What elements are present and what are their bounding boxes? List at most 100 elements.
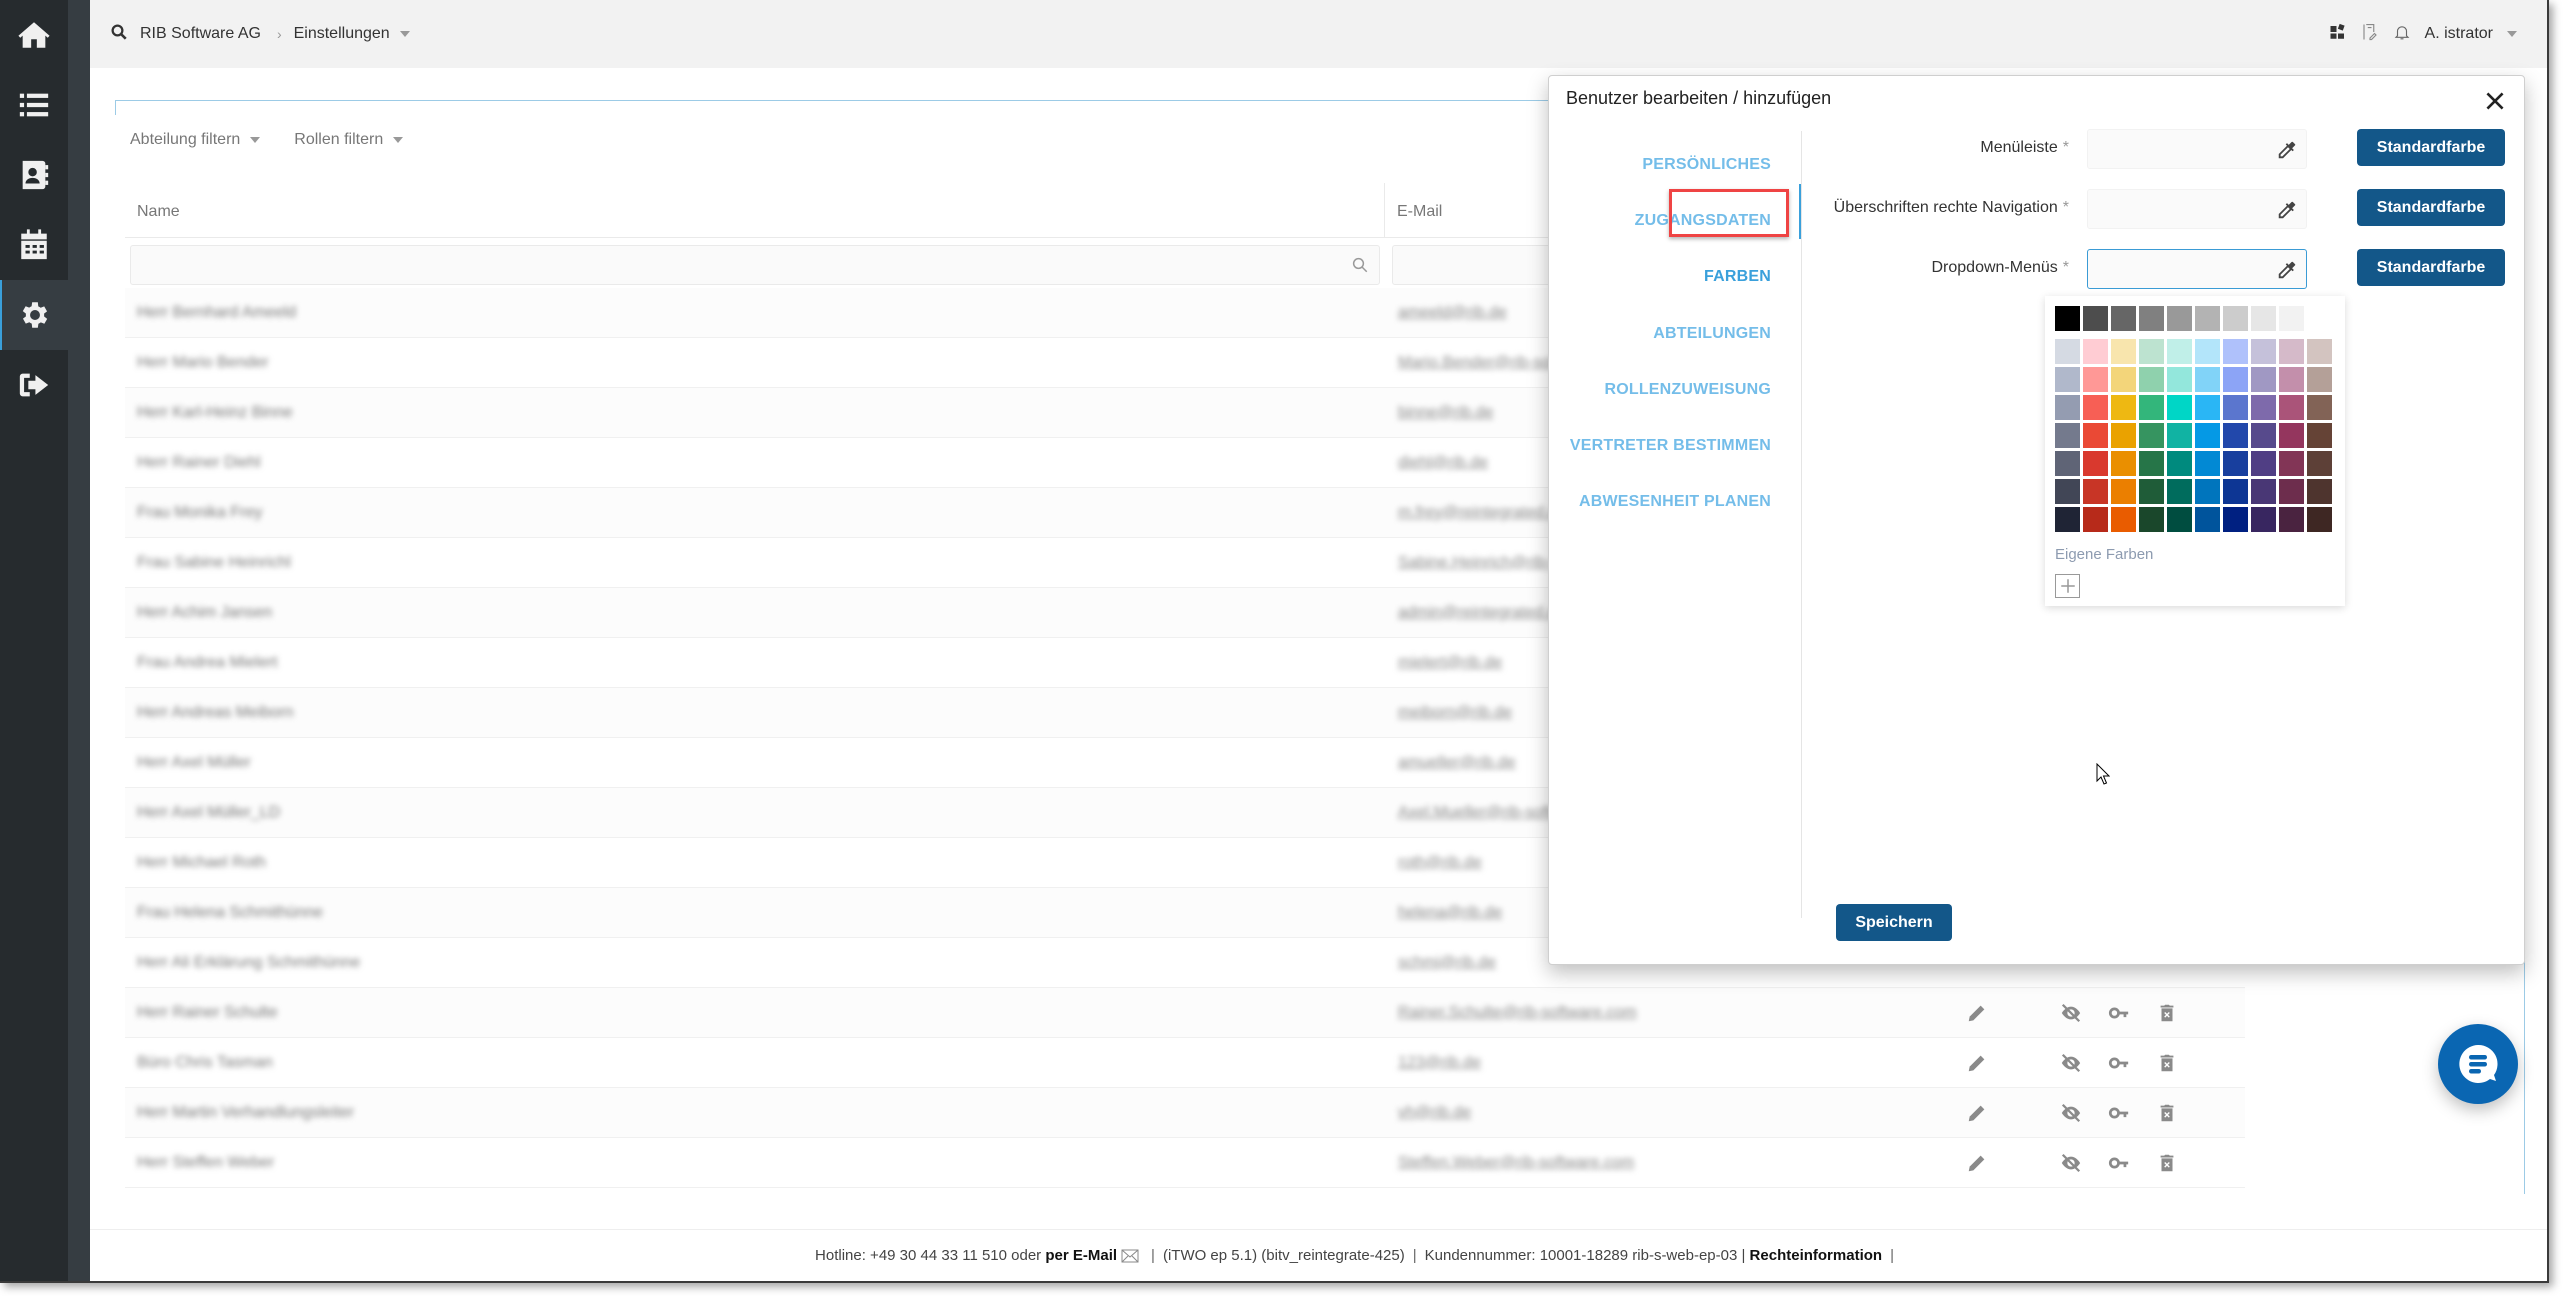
user-menu[interactable]: A. istrator [2425,25,2493,43]
search-icon[interactable] [110,23,128,46]
color-swatch[interactable] [2055,339,2080,364]
color-swatch[interactable] [2167,479,2192,504]
tab-persoenliches[interactable]: PERSÖNLICHES [1642,156,1771,174]
color-swatch[interactable] [2139,479,2164,504]
edit-icon[interactable] [1966,1152,1988,1174]
color-swatch[interactable] [2167,423,2192,448]
table-row[interactable]: Herr Rainer Schulte Rainer.Schulte@rib-so… [125,988,2245,1038]
color-swatch[interactable] [2223,423,2248,448]
tab-vertreter-bestimmen[interactable]: VERTRETER BESTIMMEN [1570,437,1771,455]
color-swatch[interactable] [2083,306,2108,331]
notes-icon[interactable] [2361,23,2379,46]
color-swatch[interactable] [2139,339,2164,364]
color-swatch[interactable] [2111,507,2136,532]
trash-icon[interactable] [2156,1152,2178,1174]
color-swatch[interactable] [2111,367,2136,392]
color-swatch[interactable] [2279,306,2304,331]
color-swatch[interactable] [2139,395,2164,420]
color-swatch[interactable] [2055,479,2080,504]
color-swatch[interactable] [2307,451,2332,476]
sidebar-item-calendar[interactable] [0,210,68,280]
color-swatch[interactable] [2279,451,2304,476]
color-swatch[interactable] [2279,423,2304,448]
color-swatch[interactable] [2279,507,2304,532]
edit-icon[interactable] [1966,1002,1988,1024]
color-swatch[interactable] [2055,423,2080,448]
chevron-down-icon[interactable] [399,31,410,37]
color-swatch[interactable] [2055,451,2080,476]
color-swatch[interactable] [2195,306,2220,331]
color-swatch[interactable] [2111,339,2136,364]
color-swatch[interactable] [2139,423,2164,448]
color-swatch[interactable] [2279,479,2304,504]
color-swatch[interactable] [2223,507,2248,532]
color-swatch[interactable] [2083,395,2108,420]
chat-button[interactable] [2438,1024,2518,1104]
color-swatch[interactable] [2307,423,2332,448]
color-swatch[interactable] [2279,395,2304,420]
color-swatch[interactable] [2251,423,2276,448]
color-swatch[interactable] [2279,339,2304,364]
email-filter-input[interactable] [1392,245,1572,285]
visibility-off-icon[interactable] [2060,1052,2082,1074]
color-swatch[interactable] [2307,367,2332,392]
user-email-link[interactable]: Rainer.Schulte@rib-software.com [1386,1004,1886,1022]
visibility-off-icon[interactable] [2060,1002,2082,1024]
envelope-icon[interactable] [1121,1249,1139,1263]
sidebar-item-contacts[interactable] [0,140,68,210]
color-swatch[interactable] [2139,306,2164,331]
color-swatch[interactable] [2167,367,2192,392]
color-swatch[interactable] [2083,451,2108,476]
eyedropper-icon[interactable] [2276,139,2298,161]
color-swatch[interactable] [2167,451,2192,476]
color-swatch[interactable] [2195,395,2220,420]
color-swatch[interactable] [2195,339,2220,364]
save-button[interactable]: Speichern [1836,904,1952,941]
color-swatch[interactable] [2111,479,2136,504]
color-swatch[interactable] [2223,306,2248,331]
edit-icon[interactable] [1966,1102,1988,1124]
color-swatch[interactable] [2083,423,2108,448]
default-color-button[interactable]: Standardfarbe [2357,129,2505,166]
color-swatch[interactable] [2307,479,2332,504]
color-swatch[interactable] [2195,451,2220,476]
roles-filter[interactable]: Rollen filtern [294,131,404,149]
user-email-link[interactable]: Steffen.Weber@rib-software.com [1386,1154,1886,1172]
color-swatch[interactable] [2307,339,2332,364]
color-swatch[interactable] [2223,339,2248,364]
sidebar-item-settings[interactable] [0,280,90,350]
chevron-down-icon[interactable] [2507,31,2517,37]
color-swatch[interactable] [2279,367,2304,392]
tab-abwesenheit-planen[interactable]: ABWESENHEIT PLANEN [1579,493,1771,511]
color-swatch[interactable] [2055,507,2080,532]
default-color-button[interactable]: Standardfarbe [2357,189,2505,226]
color-swatch[interactable] [2055,306,2080,331]
table-row[interactable]: Herr Steffen Weber Steffen.Weber@rib-soft… [125,1138,2245,1188]
default-color-button[interactable]: Standardfarbe [2357,249,2505,286]
color-swatch[interactable] [2195,367,2220,392]
dropdown-menus-color-input[interactable] [2087,249,2307,289]
column-header-name[interactable]: Name [125,183,1385,237]
tab-farben[interactable]: FARBEN [1704,268,1771,286]
trash-icon[interactable] [2156,1002,2178,1024]
visibility-off-icon[interactable] [2060,1152,2082,1174]
breadcrumb-company[interactable]: RIB Software AG [140,25,261,43]
color-swatch[interactable] [2223,367,2248,392]
color-swatch[interactable] [2251,507,2276,532]
color-swatch[interactable] [2307,507,2332,532]
color-swatch[interactable] [2111,423,2136,448]
color-swatch[interactable] [2139,507,2164,532]
rights-info-link[interactable]: Rechteinformation [1750,1247,1883,1264]
sidebar-item-list[interactable] [0,70,68,140]
add-custom-color-button[interactable] [2055,574,2080,598]
color-swatch[interactable] [2083,507,2108,532]
eyedropper-icon[interactable] [2276,259,2298,281]
color-swatch[interactable] [2251,367,2276,392]
color-swatch[interactable] [2195,423,2220,448]
trash-icon[interactable] [2156,1052,2178,1074]
tab-rollenzuweisung[interactable]: ROLLENZUWEISUNG [1604,381,1771,399]
color-swatch[interactable] [2195,507,2220,532]
edit-icon[interactable] [1966,1052,1988,1074]
table-row[interactable]: Büro Chris Tasman 123@rib.de [125,1038,2245,1088]
color-swatch[interactable] [2251,339,2276,364]
